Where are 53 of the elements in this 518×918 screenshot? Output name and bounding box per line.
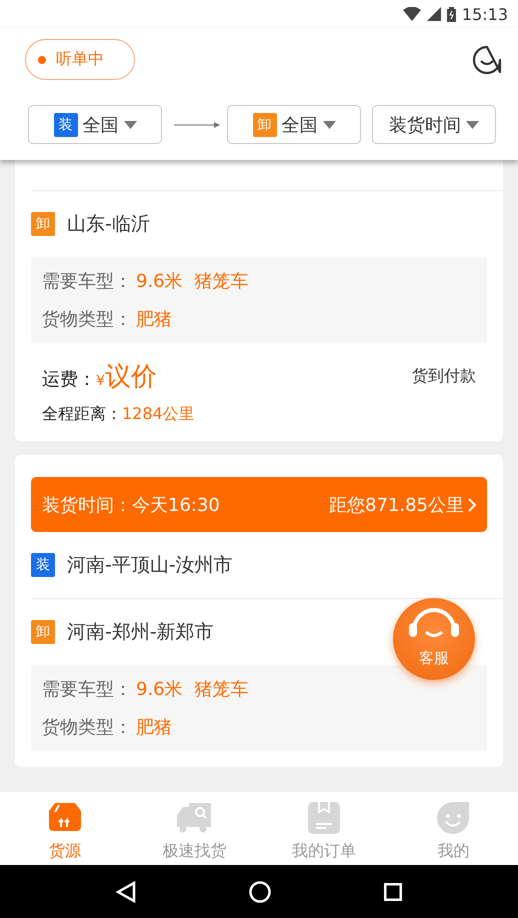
distance-value: 1284公里 <box>122 404 195 425</box>
fare-label: 运费： <box>42 368 96 391</box>
filter-label: 全国 <box>82 114 118 136</box>
cargo-type: 肥猪 <box>136 716 172 739</box>
vehicle-length: 9.6米 <box>136 678 183 701</box>
vehicle-type: 猪笼车 <box>194 270 249 293</box>
arrow-icon <box>174 120 220 128</box>
filter-label: 装货时间 <box>389 114 461 136</box>
wifi-icon <box>402 7 421 21</box>
vehicle-label: 需要车型： <box>42 270 132 293</box>
signal-icon <box>426 7 441 21</box>
nav-tab[interactable]: 货源 <box>0 792 130 865</box>
filter-dropdown[interactable]: 装 全国 <box>28 105 162 144</box>
distance-label: 全程距离： <box>42 404 122 425</box>
filter-tag: 装 <box>54 112 78 136</box>
filter-dropdown[interactable]: 卸 全国 <box>227 105 361 144</box>
filter-dropdown[interactable]: 装货时间 <box>372 105 496 144</box>
battery-icon <box>446 6 456 22</box>
vehicle-length: 9.6米 <box>136 270 183 293</box>
order-card[interactable]: 卸 山东-临沂 需要车型： 9.6米 猪笼车 货物类型： 肥猪 运费：¥议价 货到付款 全程距离：1284公里 <box>15 160 503 441</box>
home-icon[interactable] <box>248 880 271 902</box>
caret-icon <box>322 120 336 128</box>
stop-tag: 装 <box>31 553 55 577</box>
distance-link[interactable]: 距您871.85公里 <box>329 492 476 516</box>
load-time: 装货时间：今天16:30 <box>42 494 220 516</box>
stop-place: 山东-临沂 <box>67 212 150 237</box>
smiley-icon <box>436 801 470 835</box>
caret-icon <box>466 120 479 128</box>
vehicle-label: 需要车型： <box>42 678 132 701</box>
stop-tag: 卸 <box>31 212 55 236</box>
cargo-type: 肥猪 <box>136 308 172 331</box>
vehicle-type: 猪笼车 <box>194 678 249 701</box>
back-icon[interactable] <box>116 880 136 902</box>
chat-icon[interactable] <box>472 44 502 74</box>
nav-tab[interactable]: 我的 <box>388 792 518 865</box>
fare-value: 议价 <box>104 361 157 394</box>
recents-icon[interactable] <box>384 882 402 900</box>
filter-tag: 卸 <box>252 112 276 136</box>
cargo-label: 货物类型： <box>42 716 132 739</box>
caret-icon <box>124 120 136 128</box>
order-icon <box>306 801 341 835</box>
filter-label: 全国 <box>282 114 318 136</box>
payment-method: 货到付款 <box>412 366 476 387</box>
stop-place: 河南-平顶山-汝州市 <box>67 553 233 578</box>
stop-place: 河南-郑州-新郑市 <box>67 620 214 645</box>
currency-sign: ¥ <box>96 373 105 389</box>
listening-toggle[interactable]: 听单中 <box>25 39 135 80</box>
nav-tab[interactable]: 我的订单 <box>259 792 388 865</box>
clock-time: 15:13 <box>462 4 508 24</box>
nav-tab[interactable]: 极速找货 <box>130 792 259 865</box>
cargo-label: 货物类型： <box>42 308 132 331</box>
chevron-icon <box>468 498 476 512</box>
stop-tag: 卸 <box>31 620 55 644</box>
